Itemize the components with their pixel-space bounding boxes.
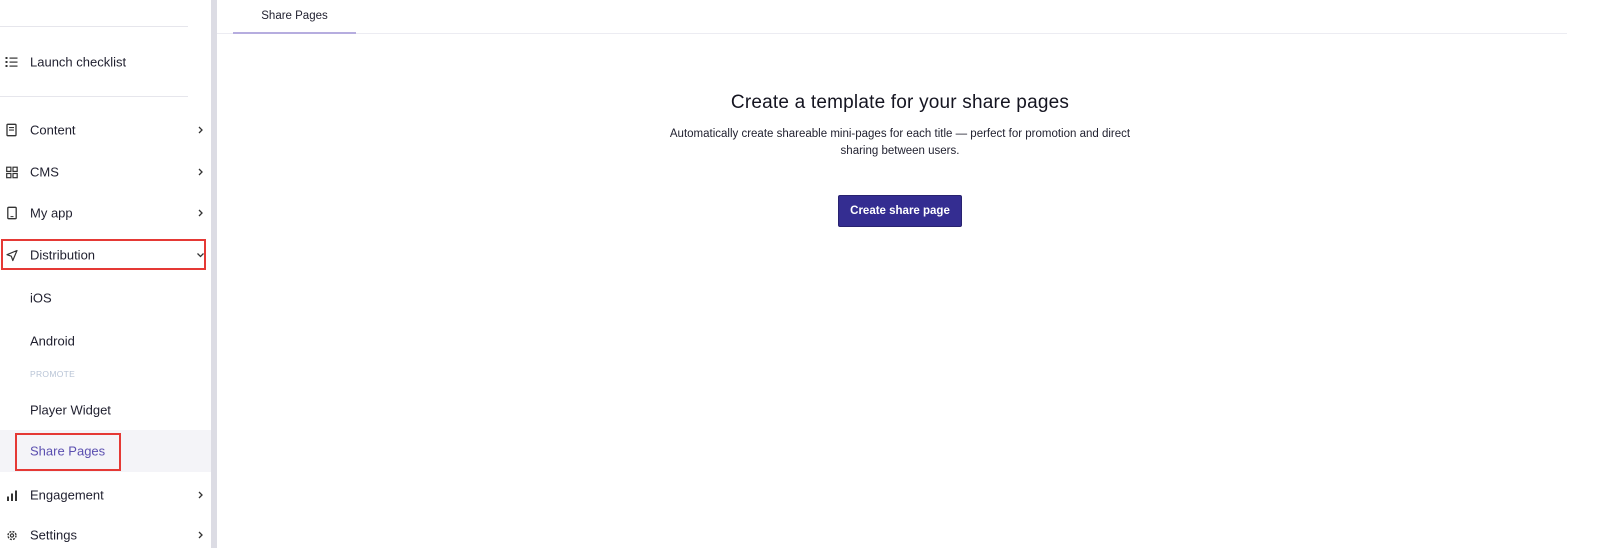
sidebar-item-distribution[interactable]: Distribution [0, 238, 211, 272]
sidebar: Launch checklist Content CMS My app Dist… [0, 0, 211, 548]
empty-state-description: Automatically create shareable mini-page… [669, 128, 1131, 157]
chevron-right-icon [198, 491, 203, 499]
tabs-bar: Share Pages [217, 0, 1567, 34]
sidebar-divider [0, 26, 188, 27]
sidebar-subitem-label: Android [30, 333, 75, 349]
empty-state-title: Create a template for your share pages [730, 92, 1070, 113]
sidebar-subitem-share-pages[interactable]: Share Pages [0, 430, 211, 472]
chevron-right-icon [198, 126, 203, 134]
sidebar-item-engagement[interactable]: Engagement [0, 478, 211, 512]
sidebar-item-cms[interactable]: CMS [0, 155, 211, 189]
sidebar-item-label: Content [30, 122, 76, 138]
sidebar-subitem-ios[interactable]: iOS [0, 279, 211, 317]
sidebar-item-launch-checklist[interactable]: Launch checklist [0, 45, 211, 79]
gear-icon [5, 529, 18, 542]
sidebar-item-settings[interactable]: Settings [0, 518, 211, 548]
grid-icon [5, 166, 18, 179]
chevron-down-icon [197, 253, 204, 258]
sidebar-item-label: Settings [30, 527, 77, 543]
sidebar-item-label: My app [30, 205, 73, 221]
main-content: Share Pages Create a template for your s… [217, 0, 1600, 548]
send-icon [5, 249, 18, 262]
sidebar-item-label: CMS [30, 164, 59, 180]
sidebar-subitem-label: iOS [30, 290, 52, 306]
empty-state: Create a template for your share pages A… [217, 92, 1583, 159]
create-share-page-button[interactable]: Create share page [838, 195, 962, 227]
phone-icon [5, 206, 18, 220]
sidebar-item-label: Launch checklist [30, 54, 127, 70]
sidebar-item-content[interactable]: Content [0, 113, 211, 147]
sidebar-subitem-label: Share Pages [30, 443, 106, 459]
document-icon [5, 123, 18, 137]
sidebar-item-my-app[interactable]: My app [0, 196, 211, 230]
chevron-right-icon [198, 168, 203, 176]
sidebar-subitem-player-widget[interactable]: Player Widget [0, 391, 211, 429]
chevron-right-icon [198, 209, 203, 217]
sidebar-item-label: Engagement [30, 487, 104, 503]
chevron-right-icon [198, 531, 203, 539]
sidebar-subitem-android[interactable]: Android [0, 322, 211, 360]
checklist-icon [5, 56, 18, 69]
sidebar-item-label: Distribution [30, 247, 96, 263]
tab-share-pages[interactable]: Share Pages [233, 0, 356, 34]
sidebar-subitem-label: Player Widget [30, 402, 111, 418]
section-label-promote: PROMOTE [30, 369, 76, 379]
sidebar-divider [0, 96, 188, 97]
bar-chart-icon [5, 489, 18, 502]
